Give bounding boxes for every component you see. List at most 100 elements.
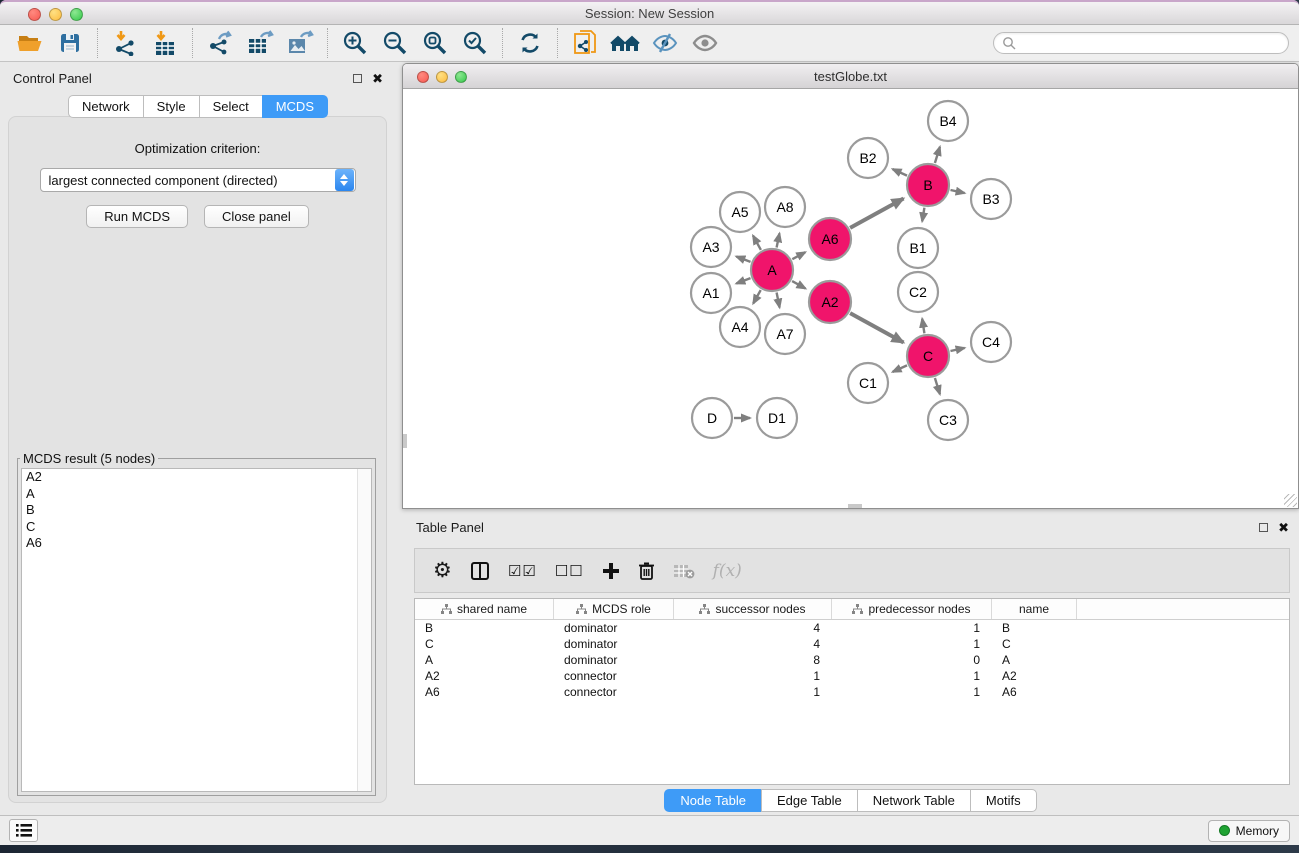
export-table-button[interactable] bbox=[240, 27, 280, 60]
table-cell[interactable]: 1 bbox=[674, 669, 832, 683]
close-panel-icon[interactable]: ✖ bbox=[372, 72, 383, 85]
zoom-fit-button[interactable] bbox=[415, 27, 455, 60]
tab-motifs[interactable]: Motifs bbox=[970, 789, 1037, 812]
graph-node[interactable]: C3 bbox=[928, 400, 968, 440]
graph-node[interactable]: C2 bbox=[898, 272, 938, 312]
float-panel-icon[interactable] bbox=[1259, 523, 1268, 532]
table-cell[interactable]: 0 bbox=[832, 653, 992, 667]
scrollbar-track[interactable] bbox=[357, 469, 371, 791]
graph-edge[interactable] bbox=[777, 293, 780, 308]
graph-node[interactable]: C1 bbox=[848, 363, 888, 403]
table-row[interactable]: A2connector11A2 bbox=[415, 668, 1289, 684]
tab-style[interactable]: Style bbox=[143, 95, 200, 118]
run-mcds-button[interactable]: Run MCDS bbox=[86, 205, 188, 228]
splitter-grip[interactable] bbox=[403, 434, 407, 448]
graph-node[interactable]: D bbox=[692, 398, 732, 438]
table-row[interactable]: Bdominator41B bbox=[415, 620, 1289, 636]
graph-edge[interactable] bbox=[753, 236, 761, 250]
graph-node[interactable]: B4 bbox=[928, 101, 968, 141]
graph-edge[interactable] bbox=[736, 257, 750, 262]
mcds-result-list[interactable]: A2ABCA6 bbox=[21, 468, 372, 792]
table-cell[interactable]: A bbox=[415, 653, 554, 667]
graph-edge[interactable] bbox=[893, 169, 907, 176]
tab-edge-table[interactable]: Edge Table bbox=[761, 789, 858, 812]
graph-node[interactable]: A6 bbox=[809, 218, 851, 260]
zoom-in-button[interactable] bbox=[335, 27, 375, 60]
graph-edge[interactable] bbox=[792, 252, 805, 259]
tab-node-table[interactable]: Node Table bbox=[664, 789, 762, 812]
optimization-select[interactable]: largest connected component (directed) bbox=[40, 168, 356, 192]
graph-edge[interactable] bbox=[935, 147, 940, 163]
zoom-out-button[interactable] bbox=[375, 27, 415, 60]
graph-edge[interactable] bbox=[850, 199, 903, 228]
unselect-all-columns-icon[interactable]: ☐☐ bbox=[555, 562, 584, 580]
import-table-button[interactable] bbox=[145, 27, 185, 60]
tab-mcds[interactable]: MCDS bbox=[262, 95, 328, 118]
graph-node[interactable]: D1 bbox=[757, 398, 797, 438]
graph-edge[interactable] bbox=[935, 378, 940, 394]
graph-edge[interactable] bbox=[792, 281, 805, 288]
table-cell[interactable]: A bbox=[992, 653, 1077, 667]
table-cell[interactable]: B bbox=[992, 621, 1077, 635]
graph-node[interactable]: C bbox=[907, 335, 949, 377]
mcds-result-item[interactable]: C bbox=[22, 519, 371, 536]
column-header-successor-nodes[interactable]: successor nodes bbox=[674, 599, 832, 619]
table-cell[interactable]: dominator bbox=[554, 621, 674, 635]
show-network-button[interactable] bbox=[685, 27, 725, 60]
table-cell[interactable]: 1 bbox=[674, 685, 832, 699]
graph-node[interactable]: A7 bbox=[765, 314, 805, 354]
graph-node[interactable]: A2 bbox=[809, 281, 851, 323]
graph-node[interactable]: B2 bbox=[848, 138, 888, 178]
table-cell[interactable]: 8 bbox=[674, 653, 832, 667]
table-row[interactable]: Cdominator41C bbox=[415, 636, 1289, 652]
table-cell[interactable]: A6 bbox=[415, 685, 554, 699]
float-panel-icon[interactable] bbox=[353, 74, 362, 83]
tab-network[interactable]: Network bbox=[68, 95, 144, 118]
memory-button[interactable]: Memory bbox=[1208, 820, 1290, 842]
graph-node[interactable]: A1 bbox=[691, 273, 731, 313]
splitter-grip[interactable] bbox=[848, 504, 862, 508]
tab-network-table[interactable]: Network Table bbox=[857, 789, 971, 812]
open-file-button[interactable] bbox=[10, 27, 50, 60]
select-all-columns-icon[interactable]: ☑☑ bbox=[508, 562, 537, 580]
mcds-result-item[interactable]: A2 bbox=[22, 469, 371, 486]
table-row[interactable]: Adominator80A bbox=[415, 652, 1289, 668]
show-all-networks-button[interactable] bbox=[605, 27, 645, 60]
column-header-name[interactable]: name bbox=[992, 599, 1077, 619]
task-history-button[interactable] bbox=[9, 819, 38, 842]
graph-node[interactable]: B1 bbox=[898, 228, 938, 268]
table-cell[interactable]: 1 bbox=[832, 637, 992, 651]
graph-node[interactable]: A5 bbox=[720, 192, 760, 232]
graph-node[interactable]: A8 bbox=[765, 187, 805, 227]
graph-edge[interactable] bbox=[922, 319, 924, 334]
graph-edge[interactable] bbox=[850, 313, 903, 342]
open-session-file-button[interactable] bbox=[565, 27, 605, 60]
hide-network-button[interactable] bbox=[645, 27, 685, 60]
table-row[interactable]: A6connector11A6 bbox=[415, 684, 1289, 700]
graph-edge[interactable] bbox=[777, 233, 780, 247]
delete-column-trash-icon[interactable] bbox=[638, 561, 655, 580]
resize-grip-icon[interactable] bbox=[1284, 494, 1297, 507]
graph-node[interactable]: A bbox=[751, 249, 793, 291]
export-image-button[interactable] bbox=[280, 27, 320, 60]
graph-node[interactable]: C4 bbox=[971, 322, 1011, 362]
graph-node[interactable]: B bbox=[907, 164, 949, 206]
zoom-selected-button[interactable] bbox=[455, 27, 495, 60]
table-cell[interactable]: connector bbox=[554, 685, 674, 699]
add-column-icon[interactable] bbox=[602, 562, 620, 580]
table-cell[interactable]: 4 bbox=[674, 621, 832, 635]
table-cell[interactable]: C bbox=[992, 637, 1077, 651]
table-cell[interactable]: C bbox=[415, 637, 554, 651]
graph-node[interactable]: B3 bbox=[971, 179, 1011, 219]
table-cell[interactable]: 1 bbox=[832, 669, 992, 683]
table-cell[interactable]: dominator bbox=[554, 637, 674, 651]
mcds-result-item[interactable]: B bbox=[22, 502, 371, 519]
mcds-result-item[interactable]: A6 bbox=[22, 535, 371, 552]
graph-edge[interactable] bbox=[951, 190, 965, 193]
table-cell[interactable]: 1 bbox=[832, 685, 992, 699]
import-network-button[interactable] bbox=[105, 27, 145, 60]
graph-node[interactable]: A4 bbox=[720, 307, 760, 347]
graph-edge[interactable] bbox=[736, 278, 750, 283]
table-cell[interactable]: 4 bbox=[674, 637, 832, 651]
close-panel-icon[interactable]: ✖ bbox=[1278, 521, 1289, 534]
